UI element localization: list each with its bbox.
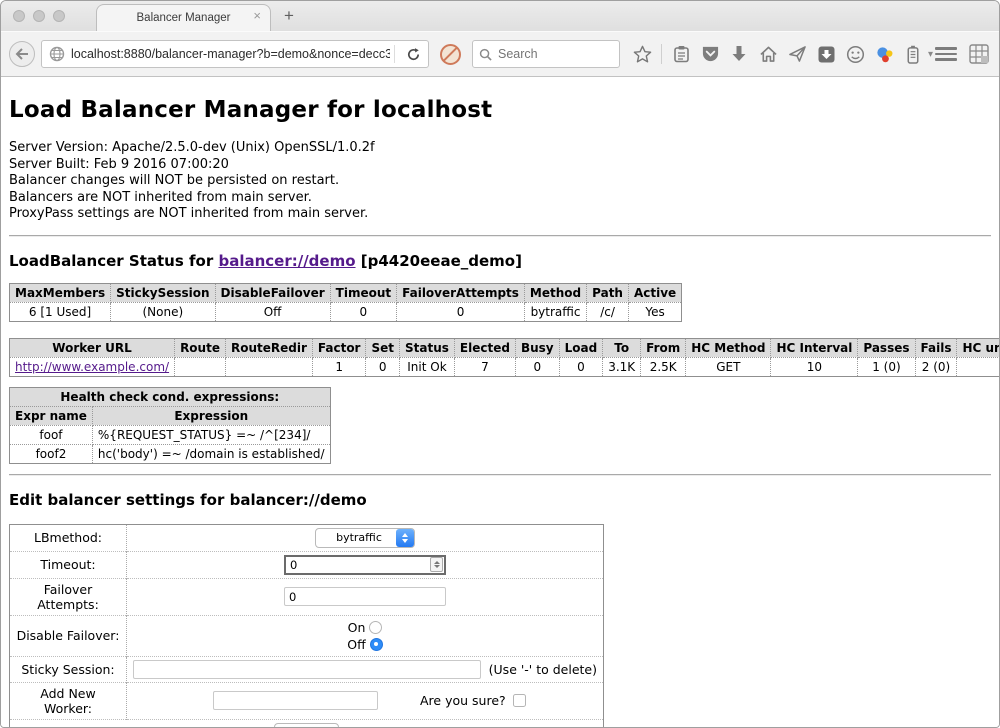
toolbar-icons: ▾	[632, 44, 933, 64]
back-arrow-icon	[15, 48, 29, 60]
radio-on[interactable]	[369, 621, 382, 634]
lbmethod-label: LBmethod:	[10, 524, 127, 551]
table-row: foof2 hc('body') =~ /domain is establish…	[10, 444, 331, 463]
back-button[interactable]	[9, 41, 35, 67]
lbmethod-row: LBmethod: bytraffic	[10, 524, 604, 551]
url-text[interactable]: localhost:8880/balancer-manager?b=demo&n…	[71, 47, 390, 61]
timeout-label: Timeout:	[10, 551, 127, 578]
server-version-line: Server Version: Apache/2.5.0-dev (Unix) …	[9, 140, 991, 157]
server-info: Server Version: Apache/2.5.0-dev (Unix) …	[9, 140, 991, 223]
url-bar[interactable]: localhost:8880/balancer-manager?b=demo&n…	[41, 40, 429, 68]
sticky-session-input[interactable]	[133, 660, 481, 679]
submit-row: Submit	[10, 719, 604, 727]
table-header-row: Expr name Expression	[10, 406, 331, 425]
page-title: Load Balancer Manager for localhost	[9, 97, 991, 123]
table-header-row: Worker URL Route RouteRedir Factor Set S…	[10, 338, 1000, 357]
minimize-window-button[interactable]	[33, 10, 45, 22]
table-title-row: Health check cond. expressions:	[10, 387, 331, 406]
edit-settings-heading: Edit balancer settings for balancer://de…	[9, 491, 991, 509]
content-blocked-icon[interactable]	[440, 44, 461, 65]
browser-window: Balancer Manager × + localhost:8880/bala…	[0, 0, 1000, 728]
divider	[9, 474, 991, 476]
downloads-icon[interactable]	[729, 44, 749, 64]
divider	[9, 235, 991, 237]
lbmethod-select[interactable]: bytraffic	[315, 528, 415, 548]
add-worker-label: Add New Worker:	[10, 682, 127, 719]
add-worker-row: Add New Worker: Are you sure?	[10, 682, 604, 719]
worker-url-link[interactable]: http://www.example.com/	[15, 360, 169, 374]
worker-table: Worker URL Route RouteRedir Factor Set S…	[9, 338, 999, 377]
are-you-sure-checkbox[interactable]	[513, 694, 526, 707]
table-row: 6 [1 Used] (None) Off 0 0 bytraffic /c/ …	[10, 302, 682, 321]
proxypass-note-line: ProxyPass settings are NOT inherited fro…	[9, 206, 991, 223]
table-row: http://www.example.com/ 1 0 Init Ok 7 0 …	[10, 357, 1000, 376]
submit-button[interactable]: Submit	[274, 723, 339, 727]
download-extension-icon[interactable]	[816, 44, 836, 64]
tab-balancer-manager[interactable]: Balancer Manager ×	[96, 4, 271, 31]
balancer-demo-link[interactable]: balancer://demo	[218, 252, 355, 270]
smiley-extension-icon[interactable]	[845, 44, 865, 64]
persist-note-line: Balancer changes will NOT be persisted o…	[9, 173, 991, 190]
bookmark-star-icon[interactable]	[632, 44, 652, 64]
zoom-window-button[interactable]	[53, 10, 65, 22]
edit-balancer-form: LBmethod: bytraffic Timeout: 0	[9, 524, 604, 727]
battery-extension-icon[interactable]	[903, 44, 923, 64]
search-icon	[479, 48, 492, 61]
balancer-summary-table: MaxMembers StickySession DisableFailover…	[9, 283, 682, 322]
failover-attempts-label: Failover Attempts:	[10, 578, 127, 615]
color-dots-extension-icon[interactable]	[874, 44, 894, 64]
title-bar: Balancer Manager × +	[1, 1, 999, 31]
table-row: foof %{REQUEST_STATUS} =~ /^[234]/	[10, 425, 331, 444]
inherit-note-line: Balancers are NOT inherited from main se…	[9, 190, 991, 207]
disable-failover-row: Disable Failover: On Off	[10, 615, 604, 656]
tab-title: Balancer Manager	[137, 12, 231, 24]
home-icon[interactable]	[758, 44, 778, 64]
select-chevrons-icon	[396, 529, 414, 547]
grid-extension-icon[interactable]	[969, 44, 989, 64]
radio-on-label: On	[348, 620, 366, 635]
overflow-caret-icon[interactable]: ▾	[928, 49, 933, 60]
page-content: Load Balancer Manager for localhost Serv…	[1, 77, 999, 727]
new-tab-button[interactable]: +	[284, 6, 294, 26]
are-you-sure-label: Are you sure?	[420, 693, 506, 708]
radio-off[interactable]	[370, 638, 383, 651]
clipboard-icon[interactable]	[671, 44, 691, 64]
navigation-toolbar: localhost:8880/balancer-manager?b=demo&n…	[1, 31, 999, 77]
window-controls[interactable]	[13, 10, 65, 22]
disable-failover-label: Disable Failover:	[10, 615, 127, 656]
number-stepper[interactable]	[430, 557, 443, 572]
globe-icon	[42, 46, 71, 62]
sticky-session-hint: (Use '-' to delete)	[489, 662, 597, 677]
send-plane-icon[interactable]	[787, 44, 807, 64]
sticky-session-label: Sticky Session:	[10, 656, 127, 682]
failover-attempts-row: Failover Attempts:	[10, 578, 604, 615]
search-bar[interactable]	[472, 40, 620, 68]
health-check-table: Health check cond. expressions: Expr nam…	[9, 387, 331, 464]
status-heading: LoadBalancer Status for balancer://demo …	[9, 252, 991, 270]
sticky-session-row: Sticky Session: (Use '-' to delete)	[10, 656, 604, 682]
pocket-icon[interactable]	[700, 44, 720, 64]
table-header-row: MaxMembers StickySession DisableFailover…	[10, 283, 682, 302]
search-input[interactable]	[498, 47, 598, 61]
reload-button[interactable]	[399, 47, 428, 62]
failover-attempts-input[interactable]	[284, 587, 446, 606]
server-built-line: Server Built: Feb 9 2016 07:00:20	[9, 157, 991, 174]
timeout-row: Timeout: 0	[10, 551, 604, 578]
menu-button[interactable]	[935, 47, 957, 61]
close-window-button[interactable]	[13, 10, 25, 22]
add-worker-input[interactable]	[213, 691, 378, 710]
timeout-input[interactable]: 0	[284, 555, 446, 575]
radio-off-label: Off	[347, 637, 365, 652]
close-tab-icon[interactable]: ×	[253, 9, 261, 22]
